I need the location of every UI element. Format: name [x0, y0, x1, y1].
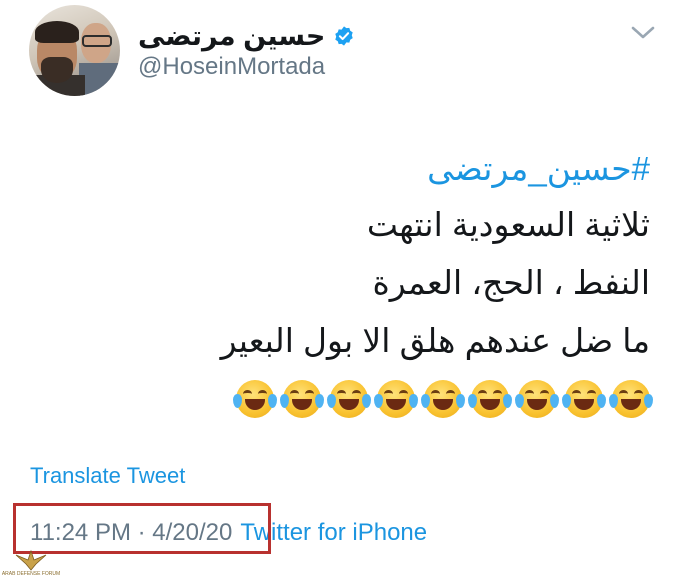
face-with-tears-of-joy-icon: [562, 380, 606, 418]
watermark-emblem-icon: [15, 549, 47, 571]
author-row: حسين مرتضى: [138, 18, 355, 54]
face-with-tears-of-joy-icon: [280, 380, 324, 418]
author-handle[interactable]: @HoseinMortada: [138, 53, 325, 81]
tweet-text-line: النفط ، الحج، العمرة: [372, 264, 650, 301]
face-with-tears-of-joy-icon: [374, 380, 418, 418]
face-with-tears-of-joy-icon: [233, 380, 277, 418]
face-with-tears-of-joy-icon: [468, 380, 512, 418]
translate-tweet-link[interactable]: Translate Tweet: [30, 463, 185, 489]
author-display-name[interactable]: حسين مرتضى: [138, 21, 325, 52]
face-with-tears-of-joy-icon: [515, 380, 559, 418]
face-with-tears-of-joy-icon: [421, 380, 465, 418]
watermark-logo: ARAB DEFENSE FORUM: [0, 535, 62, 577]
avatar[interactable]: [29, 5, 120, 96]
face-with-tears-of-joy-icon: [609, 380, 653, 418]
emoji-row: [50, 374, 653, 424]
verified-badge-icon: [335, 26, 354, 46]
tweet-text-line: ثلاثية السعودية انتهت: [366, 206, 650, 243]
chevron-down-icon[interactable]: [630, 24, 656, 42]
tweet-text-line: ما ضل عندهم هلق الا بول البعير: [220, 322, 650, 359]
tweet-body: #حسين_مرتضى ثلاثية السعودية انتهت النفط …: [50, 142, 653, 424]
face-with-tears-of-joy-icon: [327, 380, 371, 418]
hashtag-link[interactable]: #حسين_مرتضى: [50, 142, 650, 196]
